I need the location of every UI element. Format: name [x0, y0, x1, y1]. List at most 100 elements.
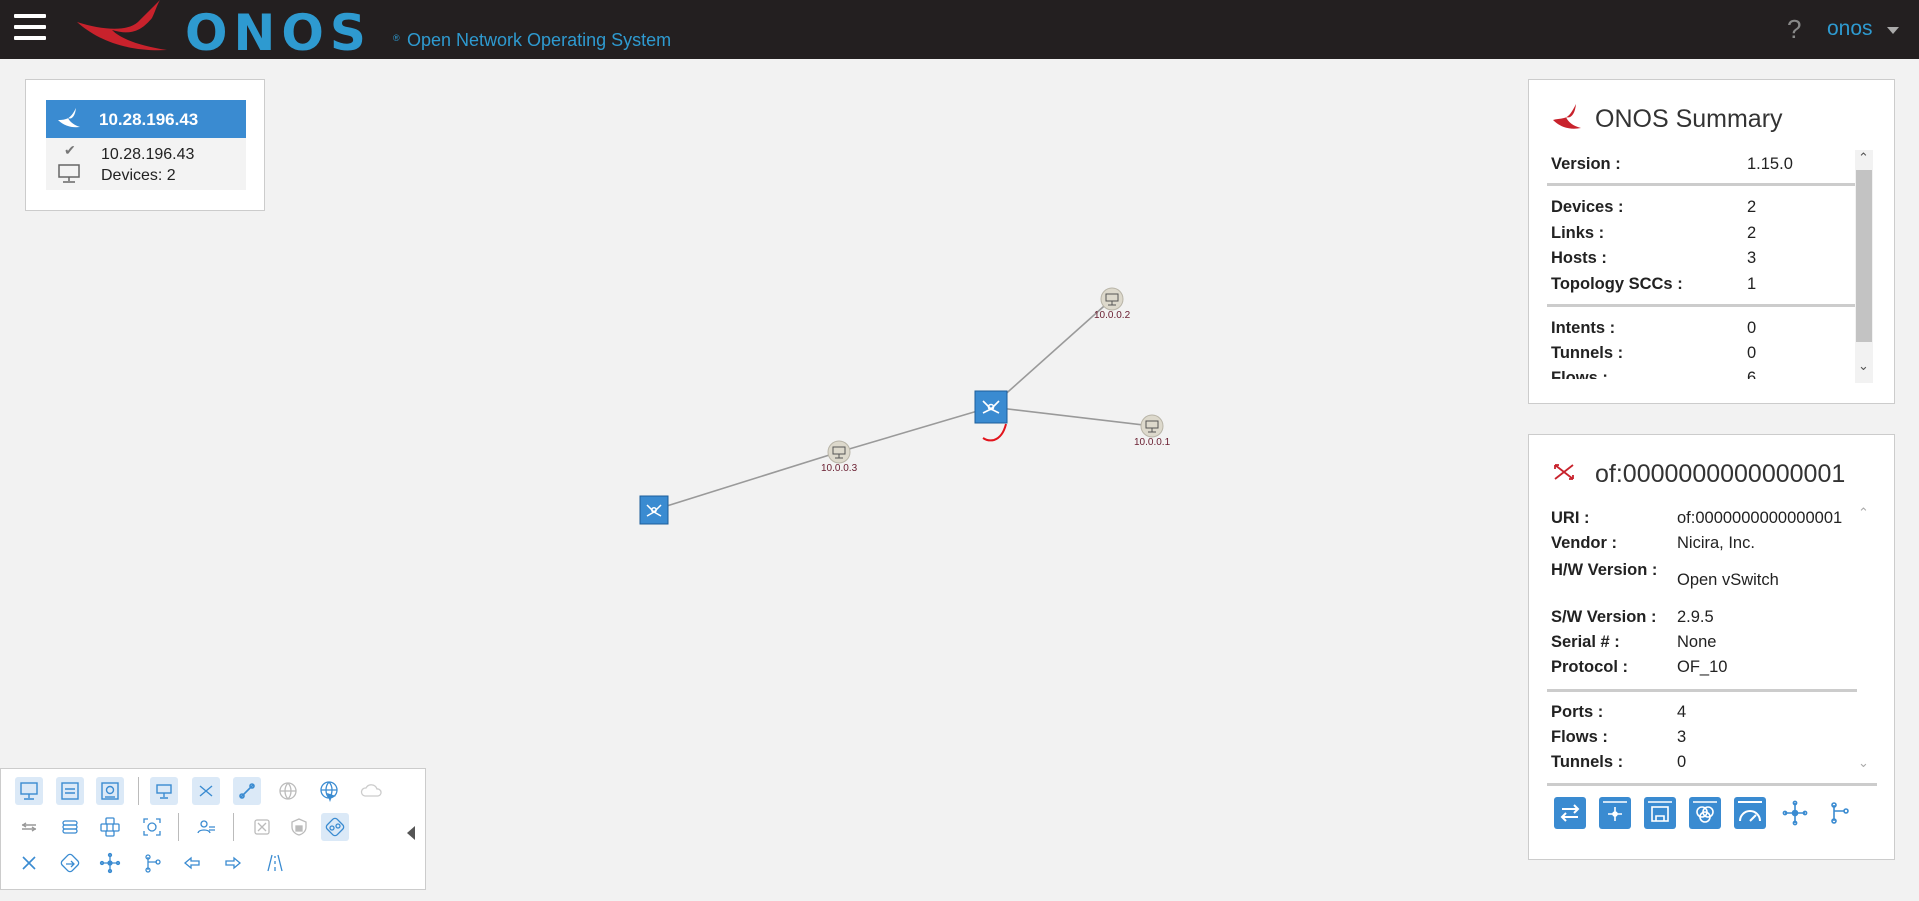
chevron-left-icon[interactable] — [407, 826, 415, 840]
device-actions — [1554, 797, 1874, 837]
host-node[interactable] — [1140, 414, 1164, 438]
all-flows-icon[interactable] — [96, 849, 124, 877]
instance-header[interactable]: 10.28.196.43 — [46, 100, 246, 138]
instance-devices: Devices: 2 — [101, 167, 176, 184]
toolbar-separator — [233, 813, 234, 841]
divider — [1547, 183, 1857, 186]
device-labels-icon[interactable] — [96, 813, 124, 841]
summary-value: 6 — [1747, 369, 1757, 379]
summary-key: Hosts : — [1551, 249, 1607, 267]
onos-bird-icon — [1553, 104, 1581, 129]
flows-icon[interactable] — [1554, 797, 1586, 829]
cloud-icon[interactable] — [357, 777, 385, 805]
device-key: URI : — [1551, 509, 1590, 527]
divider — [1547, 304, 1857, 307]
protect-icon[interactable] — [285, 813, 313, 841]
lanes-icon[interactable] — [261, 849, 289, 877]
summary-key: Topology SCCs : — [1551, 275, 1683, 293]
device-key: Serial # : — [1551, 633, 1620, 651]
onos-wordmark: ONOS — [185, 4, 372, 62]
host-labels-icon[interactable] — [192, 813, 220, 841]
menu-icon[interactable] — [14, 14, 46, 42]
path-icon[interactable] — [1824, 797, 1856, 829]
device-value: OF_10 — [1677, 658, 1728, 676]
device-detail-panel: of:0000000000000001 URI : of:00000000000… — [1528, 434, 1895, 860]
device-node-selected[interactable] — [974, 390, 1008, 424]
background-map-icon[interactable] — [274, 777, 302, 805]
instance-panel-icon[interactable] — [15, 777, 43, 805]
device-node[interactable] — [639, 495, 669, 525]
scroll-thumb[interactable] — [1856, 170, 1872, 342]
instance-details: ✔ 10.28.196.43 Devices: 2 — [46, 138, 246, 190]
port-highlight-icon[interactable] — [233, 777, 261, 805]
summary-key: Version : — [1551, 155, 1621, 173]
pipeconf-icon[interactable] — [1734, 797, 1766, 829]
user-menu[interactable]: onos — [1827, 17, 1873, 41]
monitor-icon — [58, 164, 80, 183]
device-title: of:0000000000000001 — [1595, 460, 1846, 488]
registered-mark: ® — [393, 33, 400, 43]
instance-panel: 10.28.196.43 ✔ 10.28.196.43 Devices: 2 — [25, 79, 265, 211]
device-scrollbar[interactable]: ⌃ ⌄ — [1855, 505, 1873, 777]
link-traffic-icon[interactable] — [321, 813, 349, 841]
hosts-icon[interactable] — [150, 777, 178, 805]
host-label: 10.0.0.2 — [1094, 310, 1131, 321]
summary-panel-icon[interactable] — [56, 777, 84, 805]
summary-key: Intents : — [1551, 319, 1616, 337]
device-key: Tunnels : — [1551, 753, 1624, 771]
device-value: None — [1677, 633, 1717, 651]
chevron-down-icon[interactable]: ⌄ — [1858, 358, 1869, 374]
device-key: Flows : — [1551, 728, 1608, 746]
path-icon[interactable] — [138, 849, 166, 877]
instance-header-ip: 10.28.196.43 — [99, 110, 199, 129]
meters-icon[interactable] — [1689, 797, 1721, 829]
toolbar-separator — [138, 777, 139, 805]
groups-icon[interactable] — [1644, 797, 1676, 829]
device-key: H/W Version : — [1551, 561, 1658, 579]
summary-key: Links : — [1551, 224, 1605, 242]
bird-icon — [58, 108, 80, 128]
host-label: 10.0.0.3 — [821, 463, 858, 474]
ports-icon[interactable] — [1599, 797, 1631, 829]
device-value: 3 — [1677, 728, 1687, 746]
device-key: Protocol : — [1551, 658, 1628, 676]
zoom-icon[interactable] — [138, 813, 166, 841]
device-value: 2.9.5 — [1677, 608, 1714, 626]
help-button[interactable]: ? — [1787, 14, 1801, 45]
summary-panel: ONOS Summary Version : 1.15.0 Devices : … — [1528, 79, 1895, 404]
chevron-down-icon[interactable]: ⌄ — [1858, 755, 1869, 771]
related-icon[interactable] — [1779, 797, 1811, 829]
device-value: of:0000000000000001 — [1677, 509, 1843, 527]
offline-devices-icon[interactable] — [192, 777, 220, 805]
summary-key: Tunnels : — [1551, 344, 1624, 362]
topology-toolbar — [0, 768, 426, 890]
device-key: S/W Version : — [1551, 608, 1657, 626]
traffic-icon[interactable] — [56, 849, 84, 877]
cancel-traffic-icon[interactable] — [248, 813, 276, 841]
divider — [1547, 783, 1877, 786]
summary-scrollbar[interactable]: ⌃ ⌄ — [1855, 150, 1873, 383]
deselect-icon[interactable] — [15, 849, 43, 877]
prev-icon[interactable] — [178, 849, 206, 877]
chevron-up-icon[interactable]: ⌃ — [1858, 150, 1869, 166]
geo-map-icon[interactable] — [315, 777, 343, 805]
device-value: 0 — [1677, 753, 1687, 771]
host-node[interactable] — [1100, 287, 1124, 311]
summary-value: 0 — [1747, 344, 1757, 362]
summary-value: 2 — [1747, 198, 1757, 216]
sprite-icon[interactable] — [15, 813, 43, 841]
chevron-up-icon[interactable]: ⌃ — [1858, 505, 1869, 521]
summary-title: ONOS Summary — [1595, 105, 1783, 133]
summary-value: 2 — [1747, 224, 1757, 242]
caret-down-icon[interactable] — [1887, 27, 1899, 34]
host-node[interactable] — [827, 440, 851, 464]
layers-icon[interactable] — [56, 813, 84, 841]
summary-clip: Flows : 6 — [1529, 365, 1859, 379]
summary-value: 3 — [1747, 249, 1757, 267]
device-key: Ports : — [1551, 703, 1604, 721]
device-value: Open vSwitch — [1677, 571, 1779, 589]
next-icon[interactable] — [219, 849, 247, 877]
detail-panel-icon[interactable] — [96, 777, 124, 805]
check-icon: ✔ — [64, 142, 76, 158]
summary-value: 1 — [1747, 275, 1757, 293]
